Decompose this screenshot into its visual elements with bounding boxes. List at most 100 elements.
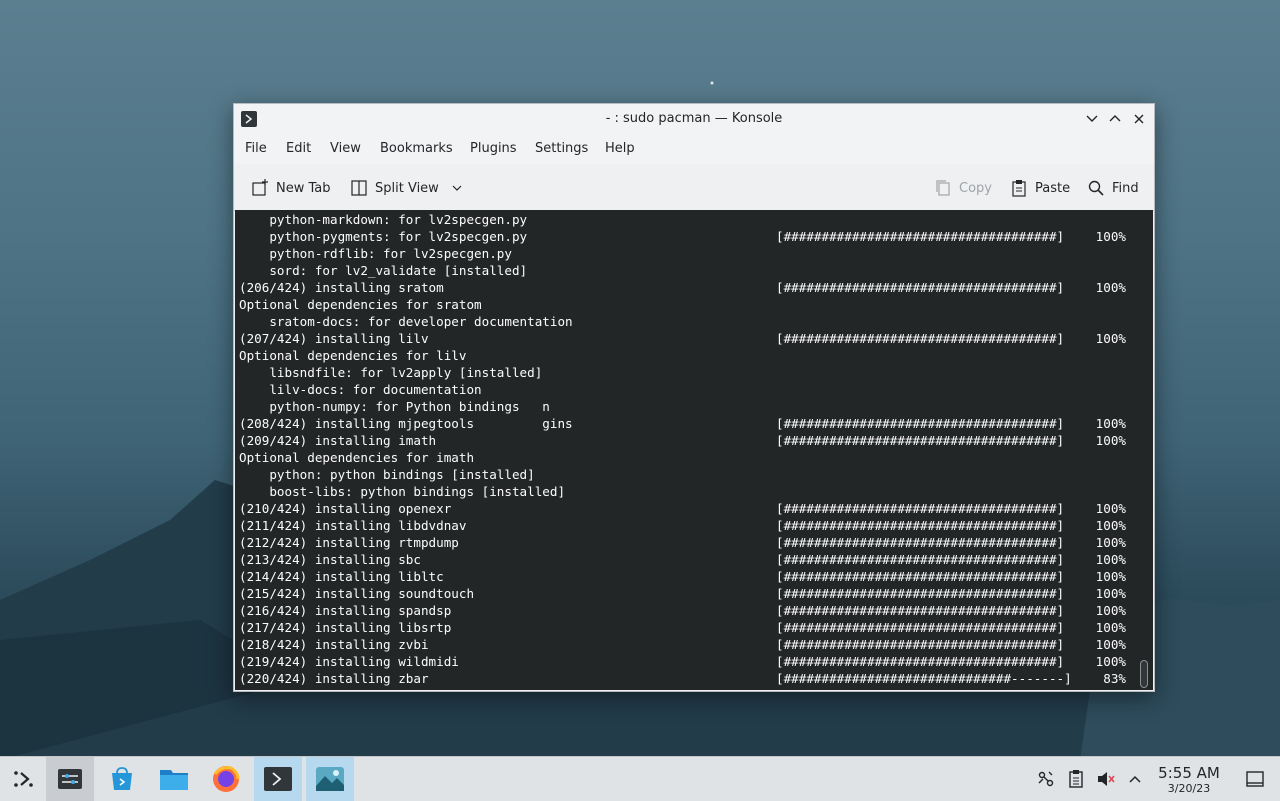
terminal-line: (206/424) installing sratom	[239, 280, 444, 295]
progress-percent: 100%	[1095, 620, 1126, 635]
taskbar-system-settings[interactable]	[46, 757, 94, 801]
application-launcher[interactable]	[0, 757, 48, 801]
progress-percent: 100%	[1095, 433, 1126, 448]
progress-bar-text: [####################################]	[776, 501, 1065, 516]
chevron-down-icon	[1086, 115, 1098, 122]
chevron-up-icon	[1109, 115, 1121, 122]
new-tab-icon	[252, 179, 268, 196]
terminal-line: (214/424) installing libltc	[239, 569, 444, 584]
terminal-line: python-rdflib: for lv2specgen.py	[239, 246, 512, 261]
firefox-icon	[213, 766, 240, 792]
progress-percent: 100%	[1095, 586, 1126, 601]
copy-label: Copy	[959, 180, 992, 196]
tray-volume[interactable]	[1096, 769, 1116, 789]
terminal-line: (210/424) installing openexr	[239, 501, 452, 516]
terminal-line: (218/424) installing zvbi	[239, 637, 429, 652]
application-launcher-icon	[14, 771, 33, 787]
title-bar[interactable]: - : sudo pacman — Konsole	[234, 104, 1154, 134]
chevron-up-icon	[1129, 775, 1141, 783]
show-desktop-button[interactable]	[1245, 769, 1265, 789]
progress-percent: 100%	[1095, 603, 1126, 618]
menu-file[interactable]: File	[245, 141, 267, 156]
discover-store-icon	[112, 767, 132, 790]
progress-bar-text: [####################################]	[776, 518, 1065, 533]
terminal-line: boost-libs: python bindings [installed]	[239, 484, 566, 499]
progress-bar-text: [####################################]	[776, 603, 1065, 618]
terminal-line: Optional dependencies for lilv	[239, 348, 467, 363]
paste-button[interactable]: Paste	[1010, 178, 1070, 198]
progress-bar-text: [####################################]	[776, 229, 1065, 244]
progress-bar-text: [####################################]	[776, 552, 1065, 567]
progress-percent: 83%	[1103, 671, 1126, 686]
progress-percent: 100%	[1095, 535, 1126, 550]
progress-bar-text: [####################################]	[776, 535, 1065, 550]
menu-plugins[interactable]: Plugins	[470, 141, 517, 156]
progress-bar-text: [####################################]	[776, 569, 1065, 584]
terminal-output[interactable]: python-markdown: for lv2specgen.py pytho…	[235, 210, 1153, 690]
konsole-icon	[264, 767, 292, 791]
menu-bookmarks[interactable]: Bookmarks	[380, 141, 453, 156]
progress-bar-text: [####################################]	[776, 433, 1065, 448]
taskbar-image-viewer[interactable]	[306, 757, 354, 801]
chevron-down-icon	[452, 185, 462, 191]
progress-bar-text: [##############################-------]	[776, 671, 1072, 686]
scrollbar-thumb[interactable]	[1140, 660, 1148, 688]
terminal-line: (219/424) installing wildmidi	[239, 654, 459, 669]
progress-bar-text: [####################################]	[776, 620, 1065, 635]
terminal-line: (213/424) installing sbc	[239, 552, 421, 567]
terminal-line: python-numpy: for Python bindings n	[239, 399, 550, 414]
taskbar-dolphin[interactable]	[150, 757, 198, 801]
terminal-line: (220/424) installing zbar	[239, 671, 429, 686]
taskbar-discover[interactable]	[98, 757, 146, 801]
terminal-line: (211/424) installing libdvdnav	[239, 518, 467, 533]
clock-time[interactable]: 5:55 AM	[1150, 764, 1228, 782]
paste-icon	[1012, 180, 1026, 197]
terminal-line: (208/424) installing mjpegtools gins	[239, 416, 573, 431]
split-view-label: Split View	[375, 180, 439, 196]
window-title: - : sudo pacman — Konsole	[605, 111, 783, 126]
progress-bar-text: [####################################]	[776, 331, 1065, 346]
clock-date[interactable]: 3/20/23	[1150, 782, 1228, 795]
terminal-line: Optional dependencies for sratom	[239, 297, 482, 312]
progress-percent: 100%	[1095, 416, 1126, 431]
maximize-button[interactable]	[1105, 109, 1125, 129]
terminal-line: libsndfile: for lv2apply [installed]	[239, 365, 543, 380]
menu-view[interactable]: View	[330, 141, 361, 156]
split-view-icon	[351, 180, 367, 196]
progress-percent: 100%	[1095, 518, 1126, 533]
progress-bar-text: [####################################]	[776, 280, 1065, 295]
terminal-line: Optional dependencies for imath	[239, 450, 475, 465]
taskbar-konsole[interactable]	[254, 757, 302, 801]
tray-clipboard[interactable]	[1066, 769, 1086, 789]
progress-percent: 100%	[1095, 637, 1126, 652]
close-button[interactable]	[1129, 109, 1149, 129]
taskbar-firefox[interactable]	[202, 757, 250, 801]
terminal-line: (207/424) installing lilv	[239, 331, 429, 346]
copy-button[interactable]: Copy	[934, 178, 992, 198]
terminal-line: sord: for lv2_validate [installed]	[239, 263, 528, 278]
progress-percent: 100%	[1095, 501, 1126, 516]
tray-expander[interactable]	[1125, 769, 1145, 789]
menu-settings[interactable]: Settings	[535, 141, 588, 156]
progress-bar-text: [####################################]	[776, 416, 1065, 431]
system-settings-icon	[58, 769, 82, 789]
terminal-line: (215/424) installing soundtouch	[239, 586, 475, 601]
find-button[interactable]: Find	[1087, 178, 1139, 198]
menu-help[interactable]: Help	[605, 141, 635, 156]
copy-icon	[936, 180, 950, 196]
terminal-line: lilv-docs: for documentation	[239, 382, 482, 397]
find-label: Find	[1112, 180, 1139, 196]
volume-muted-icon	[1098, 772, 1115, 786]
progress-bar-text: [####################################]	[776, 637, 1065, 652]
menu-edit[interactable]: Edit	[286, 141, 311, 156]
split-view-button[interactable]: Split View	[350, 178, 463, 198]
minimize-button[interactable]	[1082, 109, 1102, 129]
tray-network[interactable]	[1036, 769, 1056, 789]
new-tab-button[interactable]: New Tab	[251, 178, 331, 198]
progress-percent: 100%	[1095, 229, 1126, 244]
menu-bar: File Edit View Bookmarks Plugins Setting…	[234, 134, 1154, 164]
terminal-line: sratom-docs: for developer documentation	[239, 314, 573, 329]
progress-percent: 100%	[1095, 569, 1126, 584]
new-tab-label: New Tab	[276, 180, 331, 196]
paste-label: Paste	[1035, 180, 1071, 196]
